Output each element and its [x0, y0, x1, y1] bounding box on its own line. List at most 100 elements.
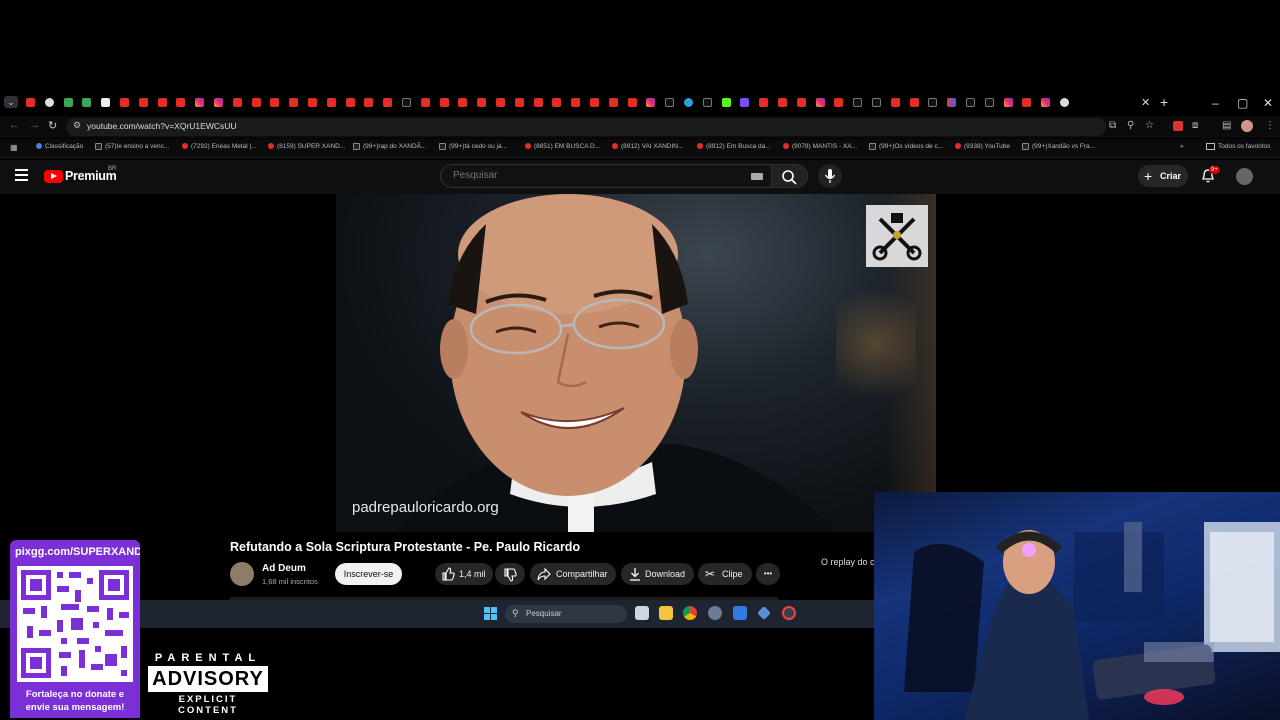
search-button[interactable]: [772, 164, 808, 188]
youtube-tab-icon[interactable]: [627, 98, 637, 107]
youtube-tab-icon[interactable]: [590, 98, 599, 107]
youtube-tab-icon[interactable]: [176, 98, 186, 107]
close-window-button[interactable]: ✕: [1263, 96, 1273, 110]
browser-menu-icon[interactable]: ⋮: [1265, 120, 1275, 131]
menu-hamburger-icon[interactable]: [15, 169, 28, 184]
apps-grid-icon[interactable]: ▦: [10, 143, 18, 152]
tiktok-tab-icon[interactable]: [702, 98, 712, 107]
bookmark-item[interactable]: (8912) VAI XANDIN...: [612, 143, 683, 150]
bookmark-item[interactable]: (99+)Xandão vs Fra...: [1022, 143, 1095, 150]
white-tab-icon[interactable]: [101, 98, 111, 107]
instagram-tab-icon[interactable]: [646, 98, 656, 107]
youtube-tab-icon[interactable]: [759, 98, 769, 107]
youtube-tab-icon[interactable]: [909, 98, 919, 107]
file-explorer-icon[interactable]: [659, 606, 673, 620]
bookmark-item[interactable]: (7292) Enéas Metal |...: [182, 143, 257, 150]
youtube-tab-icon[interactable]: [120, 98, 129, 107]
search-box[interactable]: [440, 164, 772, 188]
instagram-tab-icon[interactable]: [1041, 98, 1051, 107]
channel-avatar[interactable]: [230, 562, 254, 586]
like-button[interactable]: 1,4 mil: [435, 563, 493, 585]
windows-start-icon[interactable]: [484, 607, 497, 620]
video-player[interactable]: padrepauloricardo.org: [336, 194, 936, 532]
extension-icon[interactable]: [1173, 121, 1183, 131]
youtube-tab-icon[interactable]: [439, 98, 449, 107]
side-panel-icon[interactable]: ▤: [1222, 120, 1231, 131]
youtube-tab-icon[interactable]: [796, 98, 806, 107]
clip-button[interactable]: ✂ Clipe: [698, 563, 752, 585]
bookmark-item[interactable]: (99+)rap do XANDÃ...: [353, 143, 426, 150]
youtube-tab-icon[interactable]: [420, 98, 430, 107]
site-info-icon[interactable]: ⚙: [73, 120, 81, 131]
reload-icon[interactable]: ↻: [48, 119, 57, 132]
youtube-tab-icon[interactable]: [345, 98, 355, 107]
back-arrow-icon[interactable]: ←: [9, 119, 20, 131]
channel-name[interactable]: Ad Deum: [262, 563, 306, 574]
maximize-window-button[interactable]: ▢: [1237, 96, 1248, 110]
tiktok-tab-icon[interactable]: [966, 98, 975, 107]
bookmarks-overflow-icon[interactable]: »: [1180, 143, 1184, 150]
bookmark-item[interactable]: (8912) Em Busca da...: [697, 143, 771, 150]
youtube-tab-icon[interactable]: [496, 98, 505, 107]
youtube-tab-icon[interactable]: [1022, 98, 1032, 107]
bookmark-item[interactable]: (99+)tá cedo ou já...: [439, 143, 507, 150]
telegram-tab-icon[interactable]: [684, 98, 693, 107]
youtube-tab-icon[interactable]: [552, 98, 562, 107]
instagram-tab-icon[interactable]: [195, 98, 205, 107]
account-avatar[interactable]: [1236, 168, 1253, 185]
chrome-tab-icon[interactable]: [44, 98, 54, 107]
new-tab-button[interactable]: +: [1160, 94, 1168, 110]
youtube-tab-icon[interactable]: [383, 98, 393, 107]
kick-tab-icon[interactable]: [721, 98, 731, 107]
green-tab-icon[interactable]: [63, 98, 73, 107]
green-tab-icon[interactable]: [82, 98, 92, 107]
tiktok-tab-icon[interactable]: [665, 98, 675, 107]
youtube-tab-icon[interactable]: [232, 98, 242, 107]
voice-search-button[interactable]: [818, 164, 842, 188]
twitch-tab-icon[interactable]: [740, 98, 750, 107]
bookmark-item[interactable]: (57)Ie ensino a venc...: [95, 143, 169, 150]
instagram-tab-icon[interactable]: [214, 98, 223, 107]
bookmark-item[interactable]: Classificação: [36, 143, 83, 150]
instagram-tab-icon[interactable]: [815, 98, 825, 107]
bookmark-item[interactable]: (99+)Os vídeos de c...: [869, 143, 943, 150]
profile-avatar[interactable]: [1241, 120, 1253, 132]
youtube-tab-icon[interactable]: [308, 98, 317, 107]
youtube-tab-icon[interactable]: [834, 98, 844, 107]
keyboard-icon[interactable]: [751, 173, 763, 180]
tiktok-tab-icon[interactable]: [853, 98, 863, 107]
tab-search-button[interactable]: ⌄: [4, 96, 18, 108]
create-button[interactable]: + Criar: [1138, 165, 1188, 187]
youtube-tab-icon[interactable]: [26, 98, 35, 107]
redblue-tab-icon[interactable]: [947, 98, 957, 107]
tiktok-tab-icon[interactable]: [928, 98, 938, 107]
youtube-tab-icon[interactable]: [157, 98, 167, 107]
instagram-tab-icon[interactable]: [1003, 98, 1013, 107]
extensions-puzzle-icon[interactable]: ⧈: [1192, 120, 1198, 131]
install-app-icon[interactable]: ⧉: [1109, 120, 1116, 131]
channel-watermark-logo[interactable]: [866, 205, 928, 267]
zoom-icon[interactable]: ⚲: [1127, 120, 1134, 131]
chrome-tab-icon[interactable]: [1060, 98, 1069, 107]
url-text[interactable]: youtube.com/watch?v=XQrU1EWCsUU: [87, 121, 237, 131]
bookmark-item[interactable]: (9338) YouTube: [955, 143, 1010, 150]
youtube-tab-icon[interactable]: [364, 98, 374, 107]
youtube-tab-icon[interactable]: [270, 98, 280, 107]
subscribe-button[interactable]: Inscrever-se: [335, 563, 402, 585]
youtube-tab-icon[interactable]: [251, 98, 261, 107]
all-bookmarks-folder[interactable]: Todos os favoritos: [1206, 143, 1270, 150]
youtube-tab-icon[interactable]: [890, 98, 900, 107]
search-input[interactable]: [451, 169, 735, 182]
settings-gear-icon[interactable]: [708, 606, 722, 620]
youtube-tab-icon[interactable]: [608, 98, 618, 107]
youtube-tab-icon[interactable]: [477, 98, 487, 107]
youtube-tab-icon[interactable]: [458, 98, 468, 107]
download-button[interactable]: Download: [621, 563, 694, 585]
youtube-logo-icon[interactable]: [44, 170, 63, 183]
chat-replay-text[interactable]: O replay do ch: [821, 557, 880, 567]
dislike-button[interactable]: [495, 563, 525, 585]
bookmark-item[interactable]: (9078) MANTIS - XA...: [783, 143, 857, 150]
minimize-window-button[interactable]: –: [1212, 96, 1219, 110]
youtube-tab-icon[interactable]: [571, 98, 581, 107]
photos-app-icon[interactable]: [733, 606, 747, 620]
